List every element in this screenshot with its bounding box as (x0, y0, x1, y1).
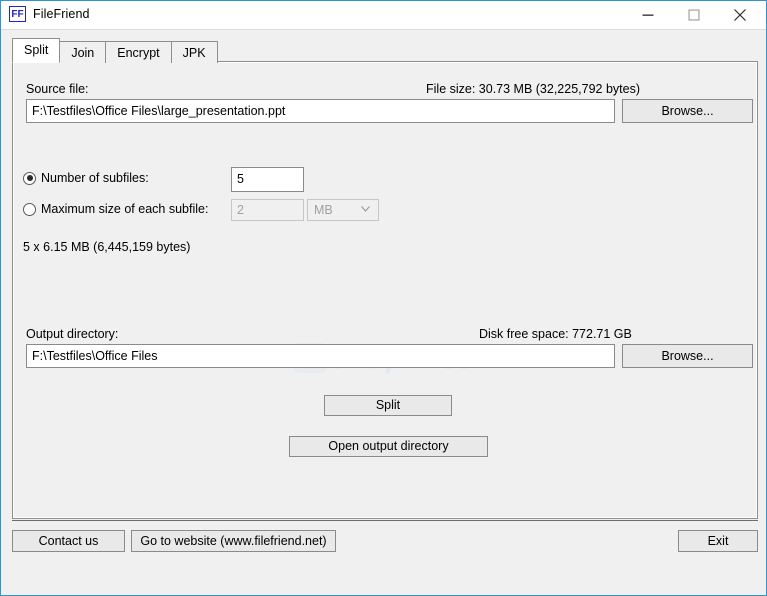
split-panel: Source file: File size: 30.73 MB (32,225… (12, 61, 758, 519)
browse-source-button[interactable]: Browse... (622, 99, 753, 123)
titlebar: FF FileFriend (1, 1, 766, 30)
minimize-icon (642, 14, 654, 16)
maximize-icon (688, 9, 700, 21)
disk-free-space-label: Disk free space: 772.71 GB (479, 327, 632, 341)
maximum-size-label: Maximum size of each subfile: (41, 202, 209, 216)
chevron-down-icon (361, 206, 370, 212)
split-button[interactable]: Split (324, 395, 452, 416)
tab-split[interactable]: Split (12, 38, 61, 63)
maximum-size-radio[interactable] (23, 202, 36, 216)
tab-encrypt[interactable]: Encrypt (105, 41, 172, 63)
footer-separator (12, 520, 758, 521)
number-of-subfiles-radio-row[interactable]: Number of subfiles: (23, 171, 149, 185)
source-file-input[interactable]: F:\Testfiles\Office Files\large_presenta… (26, 99, 615, 123)
browse-output-button[interactable]: Browse... (622, 344, 753, 368)
size-unit-value: MB (314, 203, 333, 217)
maximize-button[interactable] (671, 1, 717, 29)
split-panel-inner: Source file: File size: 30.73 MB (32,225… (13, 62, 757, 518)
tab-join[interactable]: Join (59, 41, 107, 63)
tab-jpk[interactable]: JPK (170, 41, 218, 63)
go-to-website-button[interactable]: Go to website (www.filefriend.net) (131, 530, 336, 552)
number-of-subfiles-radio[interactable] (23, 171, 36, 185)
close-icon (734, 9, 746, 21)
output-directory-label: Output directory: (26, 327, 119, 341)
result-summary-label: 5 x 6.15 MB (6,445,159 bytes) (23, 240, 191, 254)
maximum-size-input[interactable]: 2 (231, 199, 304, 221)
exit-button[interactable]: Exit (678, 530, 758, 552)
filefriend-window: FF FileFriend Split Join Encrypt JPK Sou… (0, 0, 767, 596)
output-directory-input[interactable]: F:\Testfiles\Office Files (26, 344, 615, 368)
file-size-label: File size: 30.73 MB (32,225,792 bytes) (426, 82, 641, 96)
window-title: FileFriend (33, 7, 90, 21)
close-button[interactable] (717, 1, 763, 29)
open-output-directory-button[interactable]: Open output directory (289, 436, 488, 457)
minimize-button[interactable] (625, 1, 671, 29)
filefriend-app-icon: FF (9, 6, 26, 22)
size-unit-dropdown[interactable]: MB (307, 199, 379, 221)
number-of-subfiles-label: Number of subfiles: (41, 171, 149, 185)
number-of-subfiles-input[interactable]: 5 (231, 167, 304, 192)
maximum-size-radio-row[interactable]: Maximum size of each subfile: (23, 202, 208, 216)
tabstrip: Split Join Encrypt JPK (12, 38, 218, 63)
contact-us-button[interactable]: Contact us (12, 530, 125, 552)
source-file-label: Source file: (26, 82, 89, 96)
